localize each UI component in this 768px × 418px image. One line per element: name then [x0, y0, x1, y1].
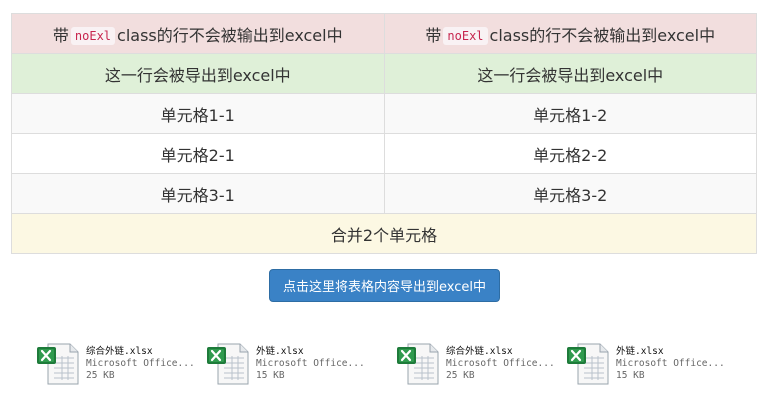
noexl-code-tag: noExl	[443, 26, 488, 45]
cell-text-post: class的行不会被输出到excel中	[117, 25, 343, 45]
table-cell: 这一行会被导出到excel中	[383, 53, 757, 94]
export-table-container: 带 noExl class的行不会被输出到excel中 带 noExl class的行不…	[11, 13, 757, 254]
table-row: 单元格1-1 单元格1-2	[11, 93, 757, 134]
table-cell: 单元格1-2	[383, 93, 757, 134]
table-cell: 单元格1-1	[11, 93, 385, 134]
table-row: 单元格3-1 单元格3-2	[11, 173, 757, 214]
excel-file-icon	[36, 342, 82, 386]
file-size: 25 KB	[446, 370, 475, 381]
file-meta: 外链.xlsx Microsoft Office... 15 KB	[616, 342, 725, 382]
file-name: 综合外链.xlsx	[446, 346, 513, 357]
table-cell: 单元格2-1	[11, 133, 385, 174]
noexl-code-tag: noExl	[70, 26, 116, 45]
file-item[interactable]: 外链.xlsx Microsoft Office... 15 KB	[206, 342, 365, 388]
table-row: 单元格2-1 单元格2-2	[11, 133, 757, 174]
file-list: 综合外链.xlsx Microsoft Office... 25 KB 外链.x…	[36, 342, 756, 392]
file-item[interactable]: 外链.xlsx Microsoft Office... 15 KB	[566, 342, 725, 388]
table-cell: 带 noExl class的行不会被输出到excel中	[11, 13, 385, 54]
file-size: 15 KB	[256, 370, 285, 381]
file-meta: 综合外链.xlsx Microsoft Office... 25 KB	[86, 342, 195, 382]
merged-cell: 合并2个单元格	[11, 213, 757, 254]
table-cell: 带 noExl class的行不会被输出到excel中	[383, 13, 757, 54]
cell-text-pre: 带	[52, 25, 69, 45]
file-type: Microsoft Office...	[616, 358, 725, 369]
file-size: 15 KB	[616, 370, 645, 381]
cell-text-post: class的行不会被输出到excel中	[489, 25, 716, 45]
excel-file-icon	[396, 342, 442, 386]
export-table: 带 noExl class的行不会被输出到excel中 带 noExl class的行不…	[11, 13, 757, 254]
table-cell: 单元格3-2	[383, 173, 757, 214]
file-type: Microsoft Office...	[446, 358, 555, 369]
file-type: Microsoft Office...	[86, 358, 195, 369]
table-cell: 单元格3-1	[11, 173, 385, 214]
export-to-excel-button[interactable]: 点击这里将表格内容导出到excel中	[269, 269, 500, 302]
table-row-exported: 这一行会被导出到excel中 这一行会被导出到excel中	[11, 53, 757, 94]
table-cell: 单元格2-2	[383, 133, 757, 174]
file-name: 综合外链.xlsx	[86, 346, 153, 357]
table-row-merged: 合并2个单元格	[11, 213, 757, 254]
excel-file-icon	[566, 342, 612, 386]
file-name: 外链.xlsx	[256, 346, 304, 357]
file-name: 外链.xlsx	[616, 346, 664, 357]
file-item[interactable]: 综合外链.xlsx Microsoft Office... 25 KB	[396, 342, 555, 388]
excel-file-icon	[206, 342, 252, 386]
file-item[interactable]: 综合外链.xlsx Microsoft Office... 25 KB	[36, 342, 195, 388]
file-type: Microsoft Office...	[256, 358, 365, 369]
file-meta: 外链.xlsx Microsoft Office... 15 KB	[256, 342, 365, 382]
file-meta: 综合外链.xlsx Microsoft Office... 25 KB	[446, 342, 555, 382]
cell-text-pre: 带	[425, 25, 442, 45]
table-row-noexl: 带 noExl class的行不会被输出到excel中 带 noExl class的行不…	[11, 13, 757, 54]
file-size: 25 KB	[86, 370, 115, 381]
table-cell: 这一行会被导出到excel中	[11, 53, 385, 94]
